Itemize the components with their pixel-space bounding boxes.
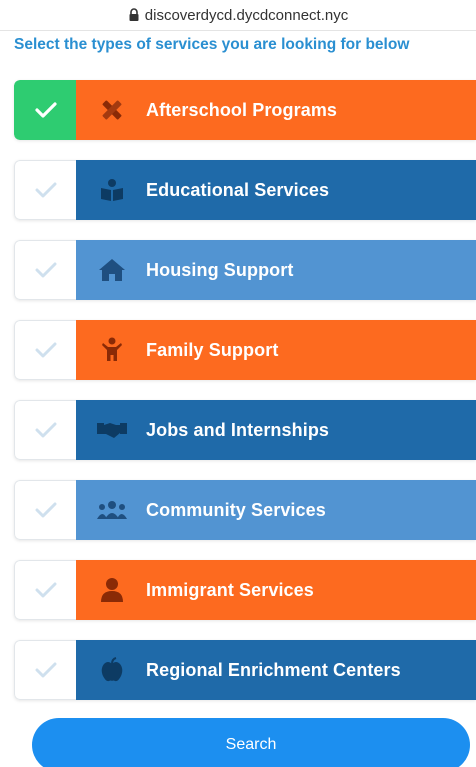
service-checkbox[interactable] [14,400,76,460]
address-bar[interactable]: discoverdycd.dycdconnect.nyc [0,0,476,30]
service-label: Family Support [146,339,279,360]
service-bar[interactable]: Housing Support [76,240,476,300]
service-label: Housing Support [146,259,294,280]
service-row-community[interactable]: Community Services [14,480,476,540]
instructions-text: Select the types of services you are loo… [14,36,410,53]
service-bar[interactable]: Regional Enrichment Centers [76,640,476,700]
service-row-jobs[interactable]: Jobs and Internships [14,400,476,460]
service-checkbox[interactable] [14,240,76,300]
pencil-ruler-icon [96,94,128,126]
apple-icon [96,654,128,686]
address-bar-divider [0,30,476,31]
service-row-regional[interactable]: Regional Enrichment Centers [14,640,476,700]
service-checkbox[interactable] [14,160,76,220]
service-row-afterschool[interactable]: Afterschool Programs [14,80,476,140]
check-icon [35,422,56,438]
service-bar[interactable]: Educational Services [76,160,476,220]
check-icon [34,102,57,118]
check-icon [35,662,56,678]
service-row-family[interactable]: Family Support [14,320,476,380]
check-icon [35,182,56,198]
url-text: discoverdycd.dycdconnect.nyc [144,6,349,24]
home-icon [96,254,128,286]
child-icon [96,334,128,366]
service-checkbox[interactable] [14,480,76,540]
service-checkbox[interactable] [14,560,76,620]
service-checkbox[interactable] [14,80,76,140]
lock-icon [128,8,140,22]
service-row-educational[interactable]: Educational Services [14,160,476,220]
service-label: Immigrant Services [146,579,314,600]
users-icon [96,494,128,526]
service-bar[interactable]: Immigrant Services [76,560,476,620]
service-checkbox[interactable] [14,320,76,380]
search-button[interactable]: Search [32,718,470,767]
service-bar[interactable]: Jobs and Internships [76,400,476,460]
person-icon [96,574,128,606]
check-icon [35,342,56,358]
service-label: Community Services [146,499,326,520]
service-row-immigrant[interactable]: Immigrant Services [14,560,476,620]
service-bar[interactable]: Family Support [76,320,476,380]
book-reader-icon [96,174,128,206]
service-label: Educational Services [146,179,330,200]
service-label: Jobs and Internships [146,419,330,440]
service-label: Regional Enrichment Centers [146,659,401,680]
check-icon [35,262,56,278]
service-bar[interactable]: Community Services [76,480,476,540]
service-label: Afterschool Programs [146,99,338,120]
service-bar[interactable]: Afterschool Programs [76,80,476,140]
check-icon [35,502,56,518]
check-icon [35,582,56,598]
service-row-housing[interactable]: Housing Support [14,240,476,300]
handshake-icon [96,414,128,446]
service-checkbox[interactable] [14,640,76,700]
